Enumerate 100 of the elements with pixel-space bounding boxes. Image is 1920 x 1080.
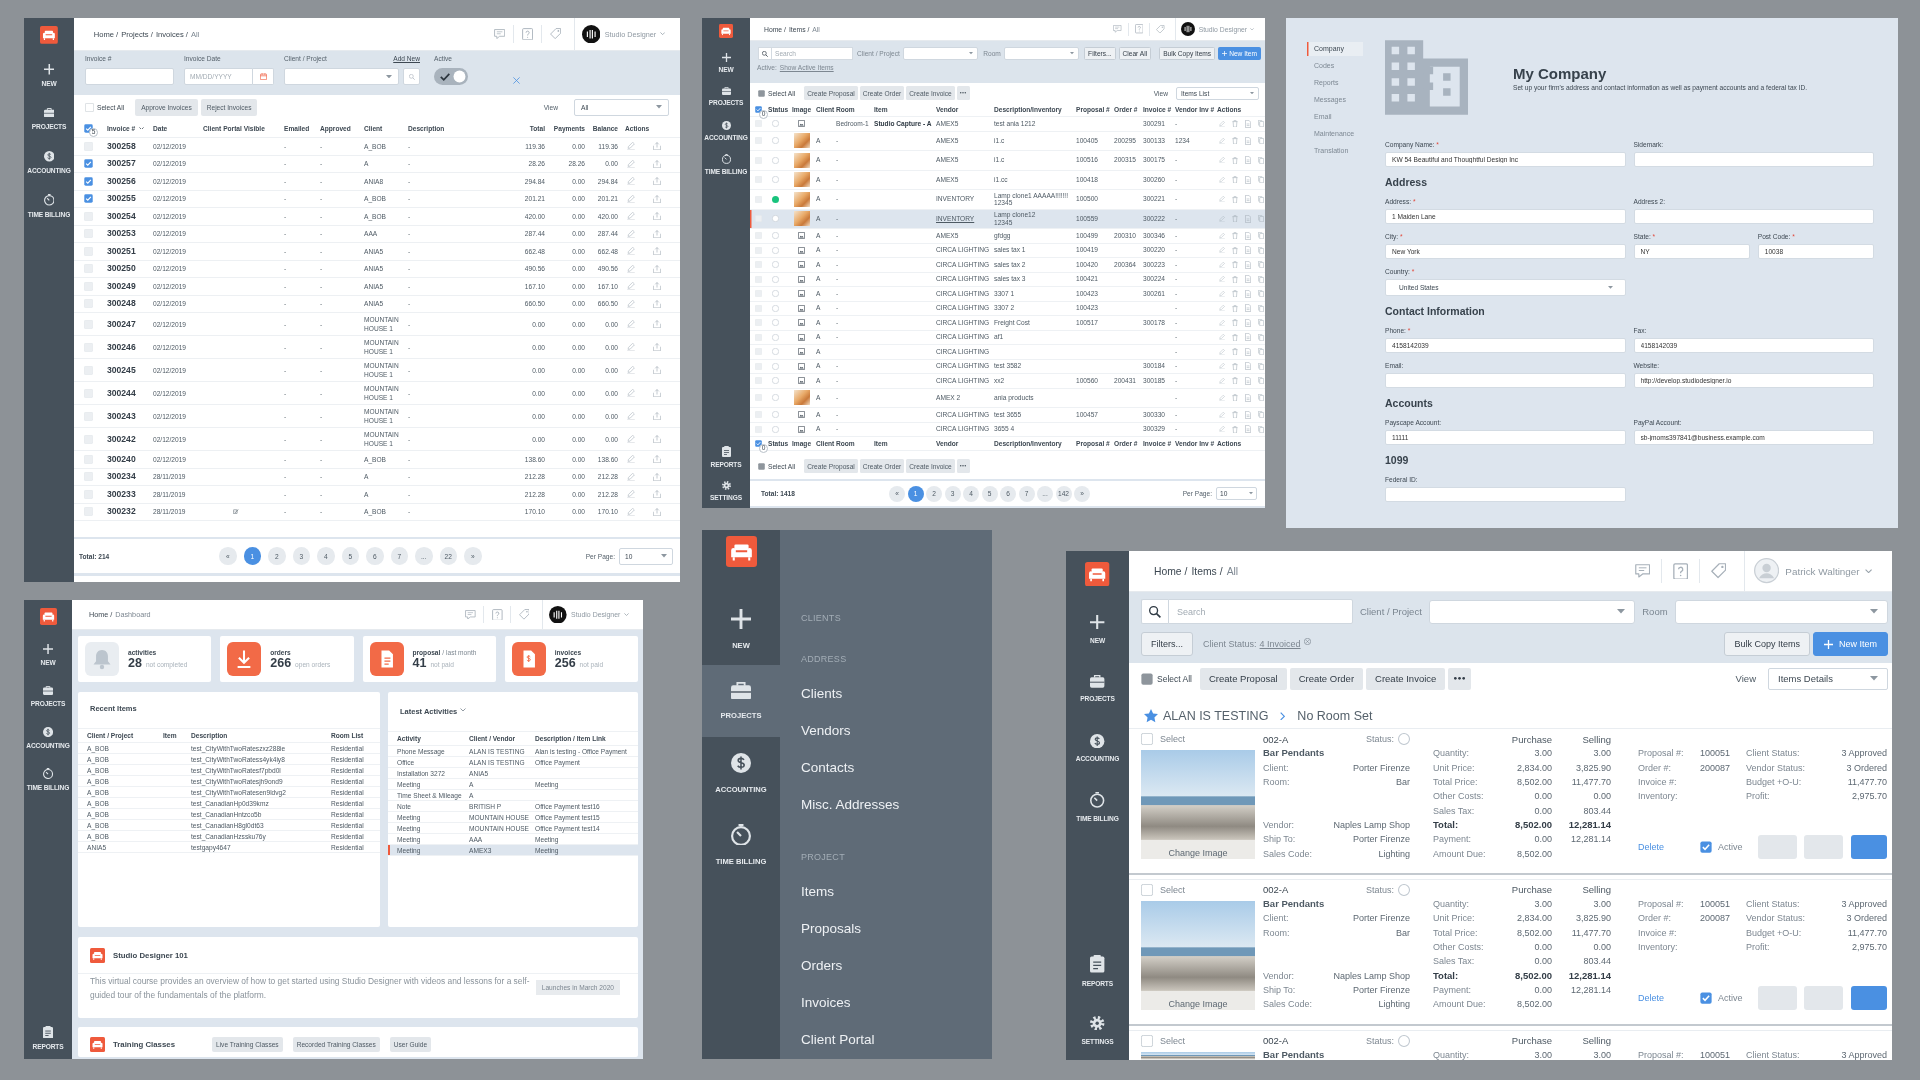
copy-icon[interactable] (1258, 304, 1264, 312)
breadcrumb-link[interactable]: All (1226, 565, 1239, 577)
edit-icon[interactable] (1219, 276, 1225, 283)
share-icon[interactable] (653, 507, 661, 516)
status-radio[interactable] (772, 232, 779, 240)
search-button[interactable] (758, 47, 771, 60)
menu-item[interactable]: Invoices (801, 994, 851, 1011)
trash-icon[interactable] (1232, 275, 1238, 283)
document-icon[interactable] (1245, 195, 1251, 204)
select-all-checkbox[interactable] (1141, 672, 1153, 685)
edit-icon[interactable] (1219, 394, 1225, 401)
edit-icon[interactable] (627, 411, 635, 421)
caret-icon[interactable] (1865, 568, 1873, 574)
status-radio[interactable] (772, 195, 779, 203)
tag-icon[interactable] (1710, 563, 1727, 579)
share-icon[interactable] (653, 264, 661, 273)
calendar-button[interactable] (253, 68, 274, 85)
edit-icon[interactable] (627, 507, 635, 516)
toolbar-button[interactable]: Create Order (1289, 667, 1364, 690)
tag-icon[interactable] (1156, 24, 1165, 34)
status-radio[interactable] (772, 304, 779, 312)
invoice-number-field[interactable] (85, 68, 174, 85)
select-all-label[interactable]: Select All (1157, 673, 1192, 684)
help-icon[interactable] (1673, 562, 1689, 580)
more-button[interactable] (1448, 667, 1472, 690)
status-radio[interactable] (772, 348, 779, 356)
edit-icon[interactable] (1219, 377, 1225, 384)
trash-icon[interactable] (1232, 394, 1238, 402)
status-radio[interactable] (772, 319, 779, 327)
document-icon[interactable] (1245, 410, 1251, 419)
copy-icon[interactable] (1258, 120, 1264, 128)
edit-icon[interactable] (1219, 176, 1225, 183)
edit-icon[interactable] (1219, 348, 1225, 355)
status-radio[interactable] (772, 137, 779, 145)
trash-icon[interactable] (1232, 137, 1238, 145)
edit-icon[interactable] (627, 319, 635, 329)
trash-icon[interactable] (1232, 411, 1238, 419)
trash-icon[interactable] (1232, 304, 1238, 312)
share-icon[interactable] (653, 472, 661, 481)
edit-icon[interactable] (627, 142, 635, 151)
help-icon[interactable] (491, 608, 503, 621)
edit-icon[interactable] (1219, 232, 1225, 239)
status-radio[interactable] (772, 176, 779, 184)
edit-icon[interactable] (1219, 319, 1225, 326)
edit-icon[interactable] (627, 177, 635, 186)
armchair-logo-icon[interactable] (39, 607, 57, 625)
menu-item[interactable]: Proposals (801, 920, 862, 937)
edit-icon[interactable] (627, 455, 635, 464)
edit-icon[interactable] (1219, 334, 1225, 341)
row-checkbox[interactable] (84, 176, 93, 186)
change-image-link[interactable]: Change Image (1168, 847, 1228, 858)
edit-icon[interactable] (627, 159, 635, 168)
copy-icon[interactable] (1258, 137, 1264, 145)
select-label[interactable]: Select (1160, 1035, 1185, 1046)
edit-icon[interactable] (627, 388, 635, 398)
edit-icon[interactable] (627, 342, 635, 352)
menu-item[interactable]: Items (801, 883, 834, 900)
share-icon[interactable] (653, 434, 661, 444)
copy-icon[interactable] (1258, 261, 1264, 269)
edit-icon[interactable] (1219, 120, 1225, 127)
status-radio[interactable] (772, 156, 779, 164)
copy-icon[interactable] (1258, 232, 1264, 240)
status-radio[interactable] (772, 362, 779, 370)
share-icon[interactable] (653, 490, 661, 499)
edit-icon[interactable] (627, 299, 635, 308)
status-radio[interactable] (772, 215, 779, 223)
document-icon[interactable] (1245, 214, 1251, 223)
row-checkbox[interactable] (755, 120, 762, 128)
help-icon[interactable] (1134, 24, 1144, 34)
copy-icon[interactable] (1258, 195, 1264, 203)
share-icon[interactable] (653, 142, 661, 151)
close-circle-icon[interactable] (1303, 638, 1311, 645)
edit-icon[interactable] (1219, 196, 1225, 203)
copy-icon[interactable] (1258, 348, 1264, 356)
share-icon[interactable] (653, 299, 661, 308)
avatar-icon[interactable] (549, 605, 567, 624)
clear-icon[interactable] (513, 77, 520, 84)
select-checkbox[interactable] (1141, 733, 1153, 745)
caret-icon[interactable] (660, 32, 666, 36)
document-icon[interactable] (1245, 119, 1251, 128)
menu-item[interactable]: Vendors (801, 722, 851, 739)
share-icon[interactable] (653, 365, 661, 375)
edit-icon[interactable] (1219, 157, 1225, 164)
status-radio[interactable] (772, 425, 779, 433)
edit-icon[interactable] (627, 282, 635, 291)
copy-icon[interactable] (1258, 333, 1264, 341)
armchair-logo-icon[interactable] (725, 536, 757, 567)
edit-icon[interactable] (1219, 290, 1225, 297)
document-icon[interactable] (1245, 136, 1251, 145)
trash-icon[interactable] (1232, 195, 1238, 203)
chevron-down-icon[interactable] (460, 708, 467, 712)
document-icon[interactable] (1245, 376, 1251, 385)
text-field[interactable] (1633, 209, 1874, 224)
edit-icon[interactable] (627, 472, 635, 481)
action-button[interactable] (1851, 834, 1887, 859)
trash-icon[interactable] (1232, 246, 1238, 254)
document-icon[interactable] (1245, 175, 1251, 184)
client-project-select[interactable] (902, 47, 979, 60)
document-icon[interactable] (1245, 156, 1251, 165)
text-field[interactable] (1633, 152, 1874, 167)
